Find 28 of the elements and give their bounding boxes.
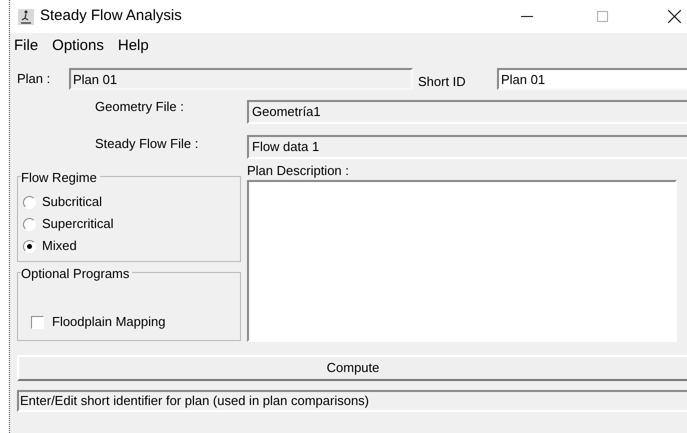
minimize-icon[interactable]: [521, 16, 533, 18]
checkbox-label[interactable]: Floodplain Mapping: [52, 312, 166, 332]
radio-button[interactable]: [23, 240, 36, 252]
dropdown-field[interactable]: Geometría1: [247, 100, 687, 124]
radio-button[interactable]: [23, 196, 36, 208]
radio-button[interactable]: [23, 218, 36, 230]
field-label: Short ID: [418, 73, 467, 92]
menu-item[interactable]: File: [14, 35, 38, 58]
radio-label[interactable]: Mixed: [42, 236, 77, 256]
field-label: Plan :: [17, 70, 52, 88]
field-label: Geometry File :: [94, 98, 185, 116]
dropdown-field[interactable]: Flow data 1: [247, 135, 687, 159]
plan-field[interactable]: Plan 01: [69, 68, 413, 90]
field-label: Steady Flow File :: [94, 135, 200, 154]
field-label: Plan Description :: [247, 162, 350, 180]
menu-item[interactable]: Options: [52, 35, 104, 58]
compute-button[interactable]: Compute: [17, 355, 687, 381]
radio-label[interactable]: Supercritical: [42, 214, 114, 234]
short-id-field[interactable]: Plan 01: [497, 68, 687, 90]
radio-label[interactable]: Subcritical: [42, 192, 102, 212]
maximize-icon[interactable]: [597, 11, 608, 22]
window-title: Steady Flow Analysis: [40, 6, 182, 26]
app-icon: [18, 8, 34, 24]
plan-description-field[interactable]: [247, 180, 677, 342]
status-bar: Enter/Edit short identifier for plan (used in plan comparisons): [17, 390, 687, 412]
close-icon[interactable]: [668, 10, 681, 23]
menu-item[interactable]: Help: [118, 35, 149, 58]
checkbox[interactable]: [31, 316, 44, 328]
